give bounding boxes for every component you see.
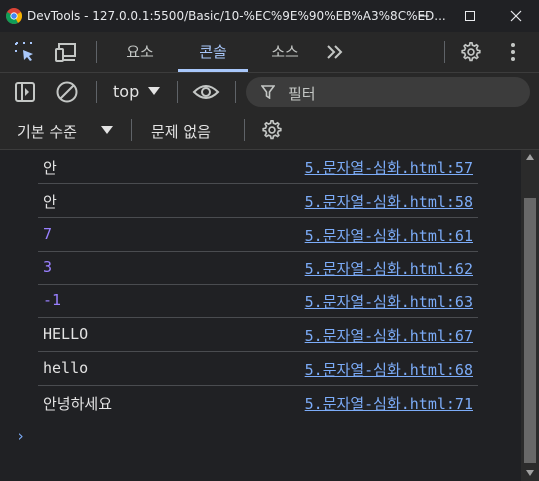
tab-elements[interactable]: 요소: [112, 32, 168, 72]
maximize-icon: [465, 11, 475, 21]
console-message: 안녕하세요: [43, 395, 113, 413]
dropdown-arrow-icon: [101, 126, 113, 134]
source-link[interactable]: 5.문자열-심화.html:57: [305, 157, 473, 178]
console-message-row: 7 5.문자열-심화.html:61: [38, 218, 478, 252]
console-message-row: -1 5.문자열-심화.html:63: [38, 284, 478, 318]
console-scrollbar[interactable]: [521, 150, 539, 481]
console-output: 안 5.문자열-심화.html:57 안 5.문자열-심화.html:58 7 …: [0, 150, 521, 481]
toolbar-divider: [96, 81, 97, 103]
vertical-ellipsis-icon: [511, 43, 515, 61]
scroll-up-arrow-icon[interactable]: [526, 154, 534, 160]
toolbar-divider: [131, 119, 132, 141]
sidebar-toggle-button[interactable]: [13, 80, 37, 104]
panel-tabbar: 요소 콘솔 소스: [0, 32, 539, 73]
settings-button[interactable]: [459, 40, 483, 64]
gear-icon: [262, 120, 282, 140]
live-expression-button[interactable]: [192, 80, 220, 104]
console-prompt[interactable]: ›: [16, 427, 25, 445]
chrome-logo-icon: [6, 8, 22, 24]
console-message: 안: [43, 193, 57, 211]
filter-placeholder: 필터: [288, 85, 316, 103]
device-toolbar-button[interactable]: [54, 40, 78, 64]
source-link[interactable]: 5.문자열-심화.html:58: [305, 191, 473, 212]
console-message-row: 안 5.문자열-심화.html:58: [38, 184, 478, 218]
dropdown-arrow-icon: [148, 87, 160, 95]
maximize-button[interactable]: [447, 0, 493, 32]
gear-icon: [461, 42, 481, 62]
eye-icon: [192, 85, 220, 99]
console-message: -1: [43, 291, 62, 309]
close-icon: [510, 10, 522, 22]
toolbar-divider: [244, 119, 245, 141]
context-label: top: [113, 82, 140, 101]
scrollbar-thumb[interactable]: [524, 198, 536, 463]
toolbar-divider: [444, 41, 445, 63]
minimize-button[interactable]: [401, 0, 447, 32]
toolbar-divider: [96, 41, 97, 63]
source-link[interactable]: 5.문자열-심화.html:71: [305, 393, 473, 414]
more-options-button[interactable]: [501, 40, 525, 64]
console-message: 3: [43, 258, 53, 276]
console-message: 안: [43, 159, 57, 177]
console-message: 7: [43, 225, 53, 243]
source-link[interactable]: 5.문자열-심화.html:67: [305, 325, 473, 346]
inspect-cursor-icon: [15, 42, 33, 61]
filter-icon: [261, 85, 275, 99]
console-settings-button[interactable]: [260, 118, 284, 142]
console-message: hello: [43, 359, 89, 377]
window-titlebar: DevTools - 127.0.0.1:5500/Basic/10-%EC%9…: [0, 0, 539, 32]
close-button[interactable]: [493, 0, 539, 32]
sidebar-icon: [15, 82, 35, 102]
device-mode-icon: [55, 43, 76, 62]
active-tab-indicator: [178, 69, 248, 72]
double-chevron-right-icon: [327, 45, 343, 59]
console-message-row: hello 5.문자열-심화.html:68: [38, 352, 478, 386]
scroll-down-arrow-icon[interactable]: [526, 470, 534, 476]
console-message-row: 안녕하세요 5.문자열-심화.html:71: [38, 386, 478, 419]
console-message-row: HELLO 5.문자열-심화.html:67: [38, 318, 478, 352]
source-link[interactable]: 5.문자열-심화.html:61: [305, 225, 473, 246]
issues-counter[interactable]: 문제 없음: [151, 121, 211, 142]
console-message: HELLO: [43, 325, 89, 343]
tab-sources[interactable]: 소스: [256, 32, 314, 72]
inspect-element-button[interactable]: [13, 40, 37, 64]
tab-console[interactable]: 콘솔: [178, 32, 248, 72]
window-title: DevTools - 127.0.0.1:5500/Basic/10-%EC%9…: [27, 9, 446, 23]
source-link[interactable]: 5.문자열-심화.html:63: [305, 291, 473, 312]
toolbar-divider: [177, 81, 178, 103]
log-level-label: 기본 수준: [17, 123, 77, 141]
console-toolbar: top 필터: [0, 73, 539, 111]
filter-input[interactable]: 필터: [246, 77, 530, 107]
clear-icon: [56, 81, 78, 103]
clear-console-button[interactable]: [55, 80, 79, 104]
minimize-icon: [419, 15, 429, 17]
source-link[interactable]: 5.문자열-심화.html:68: [305, 359, 473, 380]
console-message-row: 3 5.문자열-심화.html:62: [38, 251, 478, 285]
toolbar-divider: [235, 81, 236, 103]
console-message-row: 안 5.문자열-심화.html:57: [38, 150, 478, 184]
console-toolbar-secondary: 기본 수준 문제 없음: [0, 111, 539, 150]
more-tabs-button[interactable]: [323, 40, 347, 64]
source-link[interactable]: 5.문자열-심화.html:62: [305, 258, 473, 279]
